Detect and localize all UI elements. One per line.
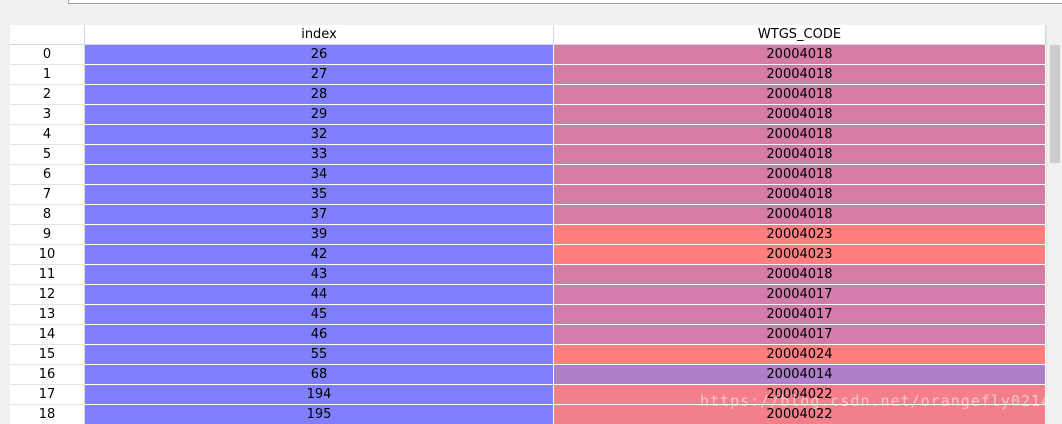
cell-index[interactable]: 29 — [85, 105, 554, 125]
cell-index[interactable]: 34 — [85, 165, 554, 185]
row-header[interactable]: 9 — [10, 225, 85, 245]
cell-index[interactable]: 195 — [85, 405, 554, 424]
cell-wtgs-code[interactable]: 20004018 — [554, 185, 1046, 205]
table-row[interactable]: 5 33 20004018 — [10, 145, 1046, 165]
cell-index[interactable]: 28 — [85, 85, 554, 105]
cell-index[interactable]: 44 — [85, 285, 554, 305]
cell-wtgs-code[interactable]: 20004018 — [554, 265, 1046, 285]
cell-wtgs-code[interactable]: 20004018 — [554, 85, 1046, 105]
cell-index[interactable]: 33 — [85, 145, 554, 165]
cell-wtgs-code[interactable]: 20004017 — [554, 305, 1046, 325]
row-header[interactable]: 8 — [10, 205, 85, 225]
row-header[interactable]: 5 — [10, 145, 85, 165]
table-row[interactable]: 9 39 20004023 — [10, 225, 1046, 245]
cell-index[interactable]: 26 — [85, 45, 554, 65]
cell-index[interactable]: 55 — [85, 345, 554, 365]
row-header[interactable]: 2 — [10, 85, 85, 105]
cell-wtgs-code[interactable]: 20004017 — [554, 325, 1046, 345]
row-header[interactable]: 16 — [10, 365, 85, 385]
table-row[interactable]: 12 44 20004017 — [10, 285, 1046, 305]
watermark: https://blog.csdn.net/orangefly0214 — [700, 392, 1052, 410]
vertical-scrollbar[interactable] — [1046, 25, 1062, 424]
cell-wtgs-code[interactable]: 20004023 — [554, 245, 1046, 265]
column-header-index[interactable]: index — [85, 25, 554, 45]
table-row[interactable]: 3 29 20004018 — [10, 105, 1046, 125]
cell-index[interactable]: 194 — [85, 385, 554, 405]
toolbar-area — [0, 0, 1062, 25]
table-row[interactable]: 13 45 20004017 — [10, 305, 1046, 325]
table-row[interactable]: 14 46 20004017 — [10, 325, 1046, 345]
cell-index[interactable]: 35 — [85, 185, 554, 205]
row-header[interactable]: 6 — [10, 165, 85, 185]
cell-wtgs-code[interactable]: 20004014 — [554, 365, 1046, 385]
row-header[interactable]: 15 — [10, 345, 85, 365]
row-header[interactable]: 17 — [10, 385, 85, 405]
table-header: index WTGS_CODE — [10, 25, 1046, 45]
row-header[interactable]: 12 — [10, 285, 85, 305]
cell-wtgs-code[interactable]: 20004017 — [554, 285, 1046, 305]
row-header[interactable]: 10 — [10, 245, 85, 265]
table-row[interactable]: 15 55 20004024 — [10, 345, 1046, 365]
cell-wtgs-code[interactable]: 20004018 — [554, 125, 1046, 145]
cell-index[interactable]: 46 — [85, 325, 554, 345]
row-header[interactable]: 1 — [10, 65, 85, 85]
cell-index[interactable]: 68 — [85, 365, 554, 385]
scrollbar-thumb[interactable] — [1050, 45, 1060, 163]
column-header-wtgs-code[interactable]: WTGS_CODE — [554, 25, 1046, 45]
cell-wtgs-code[interactable]: 20004018 — [554, 165, 1046, 185]
cell-wtgs-code[interactable]: 20004023 — [554, 225, 1046, 245]
cell-index[interactable]: 43 — [85, 265, 554, 285]
cell-wtgs-code[interactable]: 20004018 — [554, 205, 1046, 225]
cell-wtgs-code[interactable]: 20004018 — [554, 145, 1046, 165]
row-header[interactable]: 3 — [10, 105, 85, 125]
table-row[interactable]: 7 35 20004018 — [10, 185, 1046, 205]
table-row[interactable]: 11 43 20004018 — [10, 265, 1046, 285]
row-header[interactable]: 11 — [10, 265, 85, 285]
top-input-field[interactable] — [68, 0, 1062, 4]
cell-wtgs-code[interactable]: 20004018 — [554, 105, 1046, 125]
table-row[interactable]: 10 42 20004023 — [10, 245, 1046, 265]
table-row[interactable]: 8 37 20004018 — [10, 205, 1046, 225]
row-header[interactable]: 18 — [10, 405, 85, 424]
cell-index[interactable]: 42 — [85, 245, 554, 265]
row-header[interactable]: 4 — [10, 125, 85, 145]
row-header[interactable]: 7 — [10, 185, 85, 205]
row-header[interactable]: 14 — [10, 325, 85, 345]
table-row[interactable]: 1 27 20004018 — [10, 65, 1046, 85]
row-header[interactable]: 0 — [10, 45, 85, 65]
table-row[interactable]: 16 68 20004014 — [10, 365, 1046, 385]
cell-index[interactable]: 45 — [85, 305, 554, 325]
cell-wtgs-code[interactable]: 20004018 — [554, 65, 1046, 85]
table-row[interactable]: 6 34 20004018 — [10, 165, 1046, 185]
cell-index[interactable]: 37 — [85, 205, 554, 225]
cell-index[interactable]: 27 — [85, 65, 554, 85]
cell-index[interactable]: 32 — [85, 125, 554, 145]
table-row[interactable]: 0 26 20004018 — [10, 45, 1046, 65]
cell-wtgs-code[interactable]: 20004024 — [554, 345, 1046, 365]
dataframe-table: index WTGS_CODE 0 26 20004018 1 27 20004018 2 2… — [10, 25, 1062, 424]
row-header[interactable]: 13 — [10, 305, 85, 325]
table-row[interactable]: 4 32 20004018 — [10, 125, 1046, 145]
table-row[interactable]: 2 28 20004018 — [10, 85, 1046, 105]
cell-index[interactable]: 39 — [85, 225, 554, 245]
cell-wtgs-code[interactable]: 20004018 — [554, 45, 1046, 65]
corner-header — [10, 25, 85, 45]
